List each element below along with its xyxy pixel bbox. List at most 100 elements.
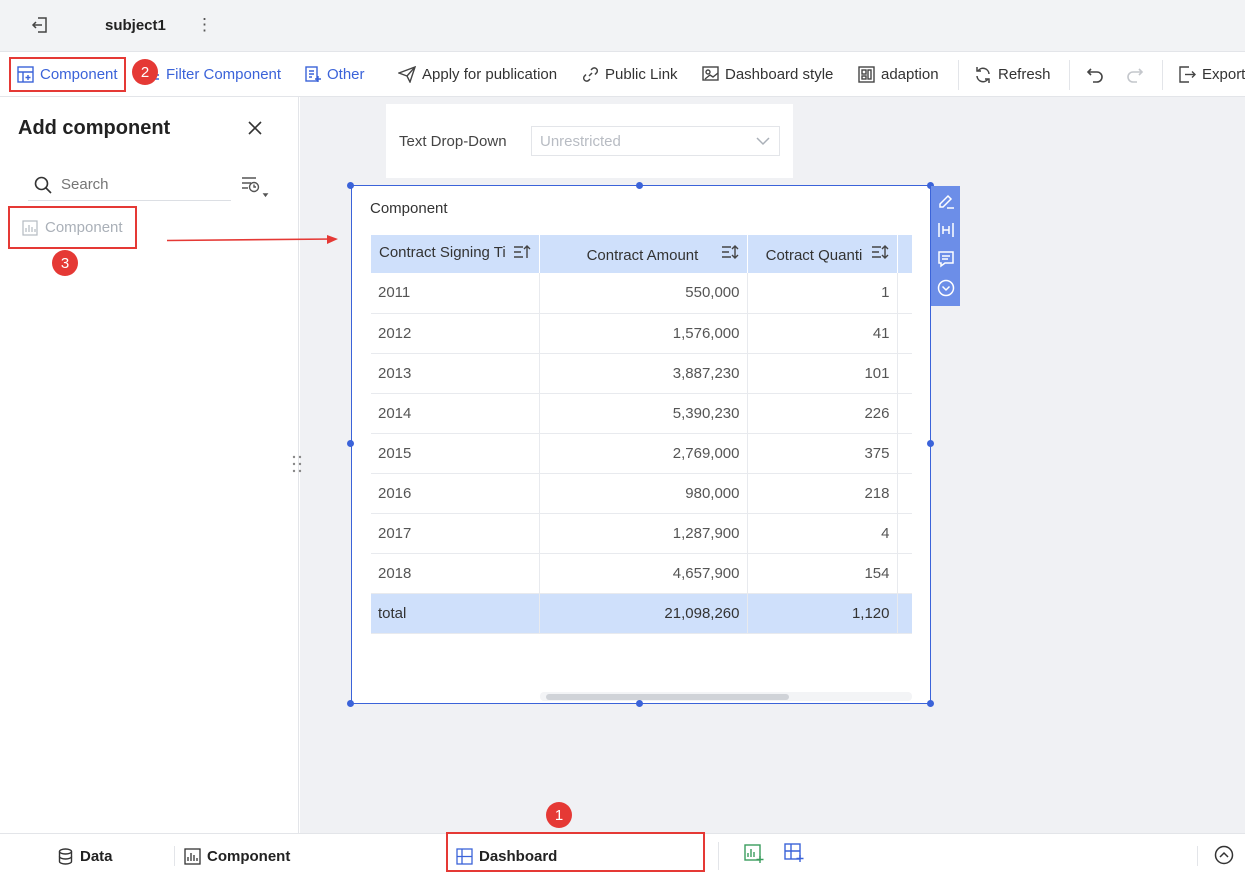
- table-cell: 1,120: [747, 593, 898, 634]
- annotation-arrow: [166, 235, 338, 244]
- redo-button[interactable]: [1126, 52, 1144, 97]
- resize-handle[interactable]: [636, 700, 643, 707]
- sort-icon[interactable]: [513, 244, 531, 264]
- adaption-icon: [858, 66, 875, 83]
- search-box[interactable]: [28, 169, 231, 201]
- toolbar-divider: [958, 60, 959, 90]
- bottom-divider: [718, 842, 719, 870]
- table-row: 2013 3,887,230 101: [371, 353, 912, 394]
- table-cell: [897, 393, 912, 434]
- table-widget[interactable]: Component Contract Signing Ti Contract A…: [351, 185, 931, 704]
- resize-grip-icon[interactable]: [292, 455, 302, 476]
- step-badge-2: 2: [132, 59, 158, 85]
- adaption-label: adaption: [881, 66, 939, 83]
- search-icon: [34, 176, 52, 194]
- filter-dropdown-value: Unrestricted: [540, 132, 621, 150]
- column-header-label: Contract Amount: [586, 247, 699, 264]
- table-cell: [897, 353, 912, 394]
- linkage-icon[interactable]: [937, 221, 955, 242]
- table-cell: 1: [747, 273, 898, 314]
- edit-icon[interactable]: [937, 192, 955, 213]
- resize-handle[interactable]: [927, 700, 934, 707]
- column-header[interactable]: Cotract Quanti: [747, 235, 898, 273]
- bar-chart-icon: [184, 848, 201, 865]
- search-input[interactable]: [61, 176, 211, 193]
- step-badge-3: 3: [52, 250, 78, 276]
- public-link-label: Public Link: [605, 66, 678, 83]
- add-component-tab-icon[interactable]: [744, 844, 764, 867]
- toolbar: Component Filter Component Other Apply f…: [0, 52, 1245, 97]
- dashboard-style-button[interactable]: Dashboard style: [702, 52, 833, 97]
- table-cell: 226: [747, 393, 898, 434]
- comment-icon[interactable]: [937, 250, 955, 271]
- undo-button[interactable]: [1086, 52, 1104, 97]
- link-icon: [582, 67, 599, 82]
- sort-icon[interactable]: [871, 245, 889, 264]
- column-header-extra: [897, 235, 912, 273]
- horizontal-scrollbar-thumb[interactable]: [546, 694, 789, 700]
- style-icon: [702, 66, 719, 81]
- table-cell: 2017: [371, 513, 540, 554]
- table-cell: 41: [747, 313, 898, 354]
- column-header[interactable]: Contract Amount: [539, 235, 748, 273]
- undo-icon: [1086, 68, 1103, 83]
- panel-title: Add component: [18, 117, 171, 139]
- refresh-label: Refresh: [998, 66, 1051, 83]
- resize-handle[interactable]: [347, 182, 354, 189]
- table-cell: [897, 593, 912, 634]
- database-icon: [58, 848, 73, 865]
- table-cell: [897, 433, 912, 474]
- export-button[interactable]: Export: [1179, 52, 1245, 97]
- resize-handle[interactable]: [927, 440, 934, 447]
- filter-dropdown[interactable]: Unrestricted: [531, 126, 780, 156]
- adaption-button[interactable]: adaption: [858, 52, 939, 97]
- table-row: 2011 550,000 1: [371, 273, 912, 314]
- table-row: 2014 5,390,230 226: [371, 393, 912, 434]
- step-badge-1: 1: [546, 802, 572, 828]
- collapse-up-icon[interactable]: [1214, 845, 1234, 868]
- table-cell: [897, 553, 912, 594]
- table-cell: 218: [747, 473, 898, 514]
- highlight-box-dashboard: [446, 832, 705, 872]
- resize-handle[interactable]: [347, 440, 354, 447]
- table-cell: 2012: [371, 313, 540, 354]
- table-cell: 154: [747, 553, 898, 594]
- filter-component-label: Filter Component: [166, 66, 282, 83]
- table-cell: 980,000: [539, 473, 748, 514]
- resize-handle[interactable]: [347, 700, 354, 707]
- bottom-divider: [174, 846, 175, 866]
- table-cell: [897, 513, 912, 554]
- tab-component[interactable]: Component: [184, 834, 290, 878]
- apply-publication-button[interactable]: Apply for publication: [398, 52, 557, 97]
- column-header-label: Contract Signing Ti: [379, 244, 506, 261]
- table-cell: 101: [747, 353, 898, 394]
- filter-widget[interactable]: Text Drop-Down Unrestricted: [386, 104, 793, 178]
- export-icon: [1179, 66, 1196, 83]
- table-cell: 1,576,000: [539, 313, 748, 354]
- other-button[interactable]: Other: [305, 52, 365, 97]
- expand-circle-icon[interactable]: [937, 279, 955, 300]
- sort-icon[interactable]: [721, 245, 739, 264]
- table-header-row: Contract Signing Ti Contract Amount Cotr…: [371, 235, 912, 273]
- add-dashboard-tab-icon[interactable]: [784, 843, 804, 866]
- header-bar: subject1 ⋮: [0, 0, 1245, 52]
- close-icon[interactable]: [247, 120, 263, 139]
- resize-handle[interactable]: [636, 182, 643, 189]
- bottom-divider: [1197, 846, 1198, 866]
- public-link-button[interactable]: Public Link: [582, 52, 678, 97]
- refresh-button[interactable]: Refresh: [974, 52, 1051, 97]
- filter-component-button[interactable]: Filter Component: [148, 52, 281, 97]
- more-icon[interactable]: ⋮: [196, 15, 213, 35]
- table-cell: 4,657,900: [539, 553, 748, 594]
- chevron-down-icon: [755, 134, 771, 151]
- column-header[interactable]: Contract Signing Ti: [371, 235, 540, 273]
- sort-filter-icon[interactable]: [240, 174, 270, 203]
- table-cell: 2016: [371, 473, 540, 514]
- exit-icon[interactable]: [30, 15, 50, 38]
- refresh-icon: [976, 66, 990, 83]
- other-icon: [305, 66, 321, 82]
- table-cell: 5,390,230: [539, 393, 748, 434]
- horizontal-scrollbar-track: [540, 692, 912, 701]
- table-cell: 2,769,000: [539, 433, 748, 474]
- tab-data[interactable]: Data: [57, 834, 113, 878]
